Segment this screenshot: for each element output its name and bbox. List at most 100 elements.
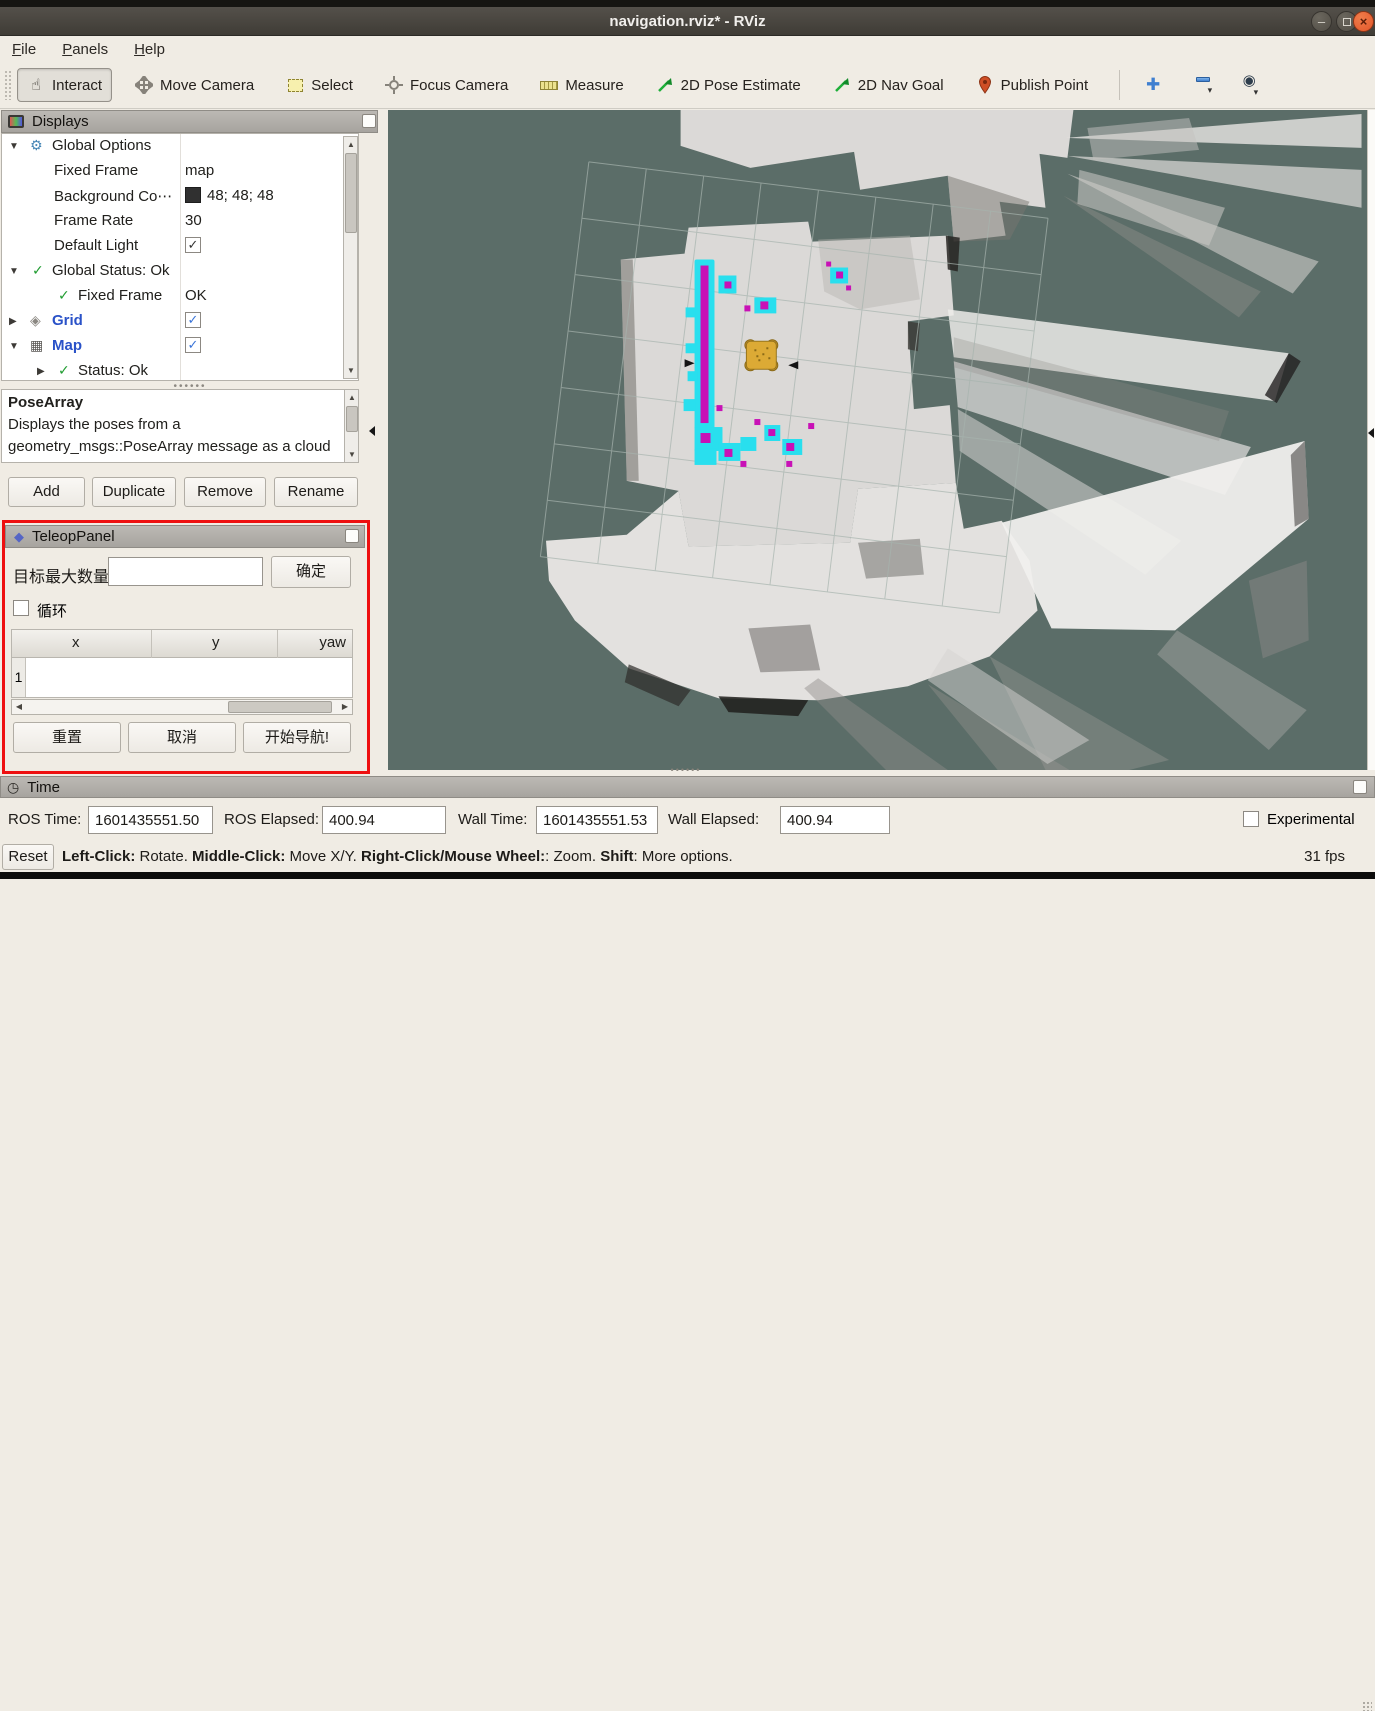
expander-icon[interactable]: ▼ bbox=[9, 266, 19, 277]
publish-point-pin-icon bbox=[976, 76, 994, 94]
tool-focus-camera[interactable]: Focus Camera bbox=[376, 69, 517, 101]
status-ok-check-icon: ✓ bbox=[58, 287, 70, 304]
status-ok-check-icon: ✓ bbox=[32, 262, 44, 279]
expander-icon[interactable]: ▼ bbox=[9, 341, 19, 352]
menu-file[interactable]: File bbox=[12, 41, 36, 58]
wall-time-value[interactable] bbox=[536, 806, 658, 834]
max-goal-input[interactable] bbox=[108, 557, 263, 586]
viewport-splitter[interactable]: •••••• bbox=[656, 765, 716, 775]
displays-panel-header: Displays bbox=[1, 110, 378, 133]
eye-icon: ◉ bbox=[1240, 73, 1258, 87]
remove-button[interactable]: Remove bbox=[184, 477, 266, 507]
remove-tool-caret-icon[interactable]: ▾ bbox=[1208, 85, 1213, 96]
tool-publish-point[interactable]: Publish Point bbox=[967, 69, 1098, 101]
tool-visibility[interactable]: ◉ ▾ bbox=[1234, 69, 1264, 102]
tree-row-global-status[interactable]: ▼ ✓ Global Status: Ok bbox=[2, 260, 342, 285]
mouse-help-text: Left-Click: Rotate. Middle-Click: Move X… bbox=[62, 841, 733, 872]
waypoint-table: x y yaw 1 bbox=[11, 629, 353, 698]
expander-icon[interactable]: ▶ bbox=[9, 316, 17, 327]
map-enabled-checkbox[interactable]: ✓ bbox=[185, 337, 201, 353]
time-panel-header: ◷ Time bbox=[0, 776, 1375, 798]
loop-checkbox[interactable] bbox=[13, 600, 29, 616]
right-panel-collapsed-strip[interactable] bbox=[1367, 110, 1375, 770]
maximize-icon bbox=[1343, 18, 1351, 26]
menubar: File Panels Help bbox=[0, 36, 1375, 62]
fixed-frame-status-value: OK bbox=[185, 287, 207, 304]
3d-viewport[interactable] bbox=[388, 110, 1367, 770]
row-index[interactable]: 1 bbox=[12, 658, 26, 697]
pose-estimate-arrow-icon bbox=[656, 76, 674, 94]
visibility-caret-icon[interactable]: ▾ bbox=[1254, 87, 1259, 98]
waypoint-row[interactable]: 1 bbox=[12, 658, 352, 697]
confirm-button[interactable]: 确定 bbox=[271, 556, 351, 588]
ros-elapsed-value[interactable] bbox=[322, 806, 446, 834]
minimize-button[interactable]: – bbox=[1311, 11, 1332, 32]
expander-icon[interactable]: ▼ bbox=[9, 141, 19, 152]
tool-remove-display[interactable]: ▾ bbox=[1188, 70, 1218, 100]
titlebar: navigation.rviz* - RViz bbox=[0, 7, 1375, 36]
duplicate-button[interactable]: Duplicate bbox=[92, 477, 176, 507]
grid-display-icon: ◈ bbox=[30, 312, 41, 329]
reset-goals-button[interactable]: 重置 bbox=[13, 722, 121, 753]
status-bar: Reset Left-Click: Rotate. Middle-Click: … bbox=[0, 841, 1375, 872]
column-y[interactable]: y bbox=[212, 634, 220, 651]
close-button[interactable]: × bbox=[1353, 11, 1374, 32]
tree-row-map-status[interactable]: ▶ ✓ Status: Ok bbox=[2, 360, 342, 381]
rename-button[interactable]: Rename bbox=[274, 477, 358, 507]
window-top-strip bbox=[0, 0, 1375, 7]
ros-time-label: ROS Time: bbox=[8, 806, 81, 834]
grid-enabled-checkbox[interactable]: ✓ bbox=[185, 312, 201, 328]
left-panel-collapse-handle[interactable] bbox=[369, 426, 375, 436]
more-information-link[interactable]: More Information bbox=[216, 460, 329, 463]
teleop-float-button[interactable] bbox=[345, 529, 359, 543]
tree-row-grid[interactable]: ▶ ◈ Grid ✓ bbox=[2, 310, 342, 335]
tree-row-frame-rate[interactable]: Frame Rate 30 bbox=[2, 210, 342, 235]
start-navigation-button[interactable]: 开始导航! bbox=[243, 722, 351, 753]
teleop-panel: ◆ TeleopPanel 目标最大数量 确定 循环 x y yaw 1 ◀ ▶… bbox=[2, 520, 370, 774]
tool-measure[interactable]: Measure bbox=[531, 69, 632, 101]
expander-icon[interactable]: ▶ bbox=[37, 366, 45, 377]
tree-row-fixed-frame[interactable]: Fixed Frame map bbox=[2, 160, 342, 185]
h-scroll-thumb[interactable] bbox=[228, 701, 332, 713]
add-button[interactable]: Add bbox=[8, 477, 85, 507]
tree-row-global-options[interactable]: ▼ ⚙ Global Options bbox=[2, 135, 342, 160]
tool-interact[interactable]: ☝ Interact bbox=[17, 68, 112, 102]
right-panel-collapse-handle[interactable] bbox=[1368, 428, 1374, 438]
fixed-frame-value[interactable]: map bbox=[185, 162, 214, 179]
menu-help[interactable]: Help bbox=[134, 41, 165, 58]
ros-time-value[interactable] bbox=[88, 806, 213, 834]
displays-buttons: Add Duplicate Remove Rename bbox=[0, 477, 380, 507]
reset-button[interactable]: Reset bbox=[2, 844, 54, 870]
menu-panels[interactable]: Panels bbox=[62, 41, 108, 58]
experimental-checkbox[interactable] bbox=[1243, 811, 1259, 827]
tree-row-map[interactable]: ▼ ▦ Map ✓ bbox=[2, 335, 342, 360]
resize-grip[interactable] bbox=[1362, 1701, 1372, 1711]
waypoint-table-header: x y yaw bbox=[12, 630, 352, 658]
time-float-button[interactable] bbox=[1353, 780, 1367, 794]
tool-move-camera[interactable]: Move Camera bbox=[126, 69, 263, 101]
description-scrollbar[interactable]: ▲ ▼ bbox=[344, 389, 359, 463]
tool-add-display[interactable]: ✚ bbox=[1138, 72, 1168, 98]
interact-hand-icon: ☝ bbox=[27, 76, 45, 94]
tree-row-global-status-fixed-frame[interactable]: ✓ Fixed Frame OK bbox=[2, 285, 342, 310]
status-ok-check-icon: ✓ bbox=[58, 362, 70, 379]
default-light-checkbox[interactable]: ✓ bbox=[185, 237, 201, 253]
color-swatch[interactable] bbox=[185, 187, 201, 203]
cancel-button[interactable]: 取消 bbox=[128, 722, 236, 753]
tool-2d-nav-goal[interactable]: 2D Nav Goal bbox=[824, 69, 953, 101]
displays-float-button[interactable] bbox=[362, 114, 376, 128]
tree-row-default-light[interactable]: Default Light ✓ bbox=[2, 235, 342, 260]
tool-2d-pose-estimate[interactable]: 2D Pose Estimate bbox=[647, 69, 810, 101]
table-h-scrollbar[interactable]: ◀ ▶ bbox=[11, 699, 353, 715]
wall-time-label: Wall Time: bbox=[458, 806, 527, 834]
background-color-value[interactable]: 48; 48; 48 bbox=[185, 187, 274, 204]
focus-camera-icon bbox=[385, 76, 403, 94]
tree-scrollbar[interactable]: ▲ ▼ bbox=[343, 136, 358, 379]
tree-row-background-color[interactable]: Background Co⋯ 48; 48; 48 bbox=[2, 185, 342, 210]
column-yaw[interactable]: yaw bbox=[319, 634, 346, 651]
frame-rate-value[interactable]: 30 bbox=[185, 212, 202, 229]
column-x[interactable]: x bbox=[72, 634, 80, 651]
wall-elapsed-value[interactable] bbox=[780, 806, 890, 834]
window-bottom-strip bbox=[0, 872, 1375, 879]
tool-select[interactable]: Select bbox=[277, 69, 362, 101]
